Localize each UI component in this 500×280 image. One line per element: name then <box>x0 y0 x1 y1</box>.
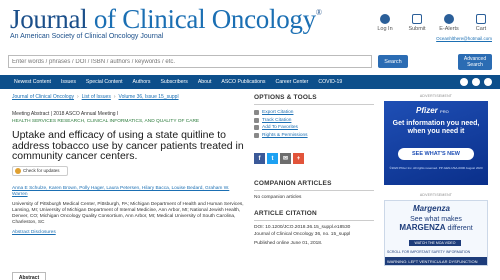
e-alerts-button[interactable]: E-Alerts <box>438 14 460 32</box>
nav-special-content[interactable]: Special Content <box>81 79 128 85</box>
abstract-disclosures-link[interactable]: Abstract Disclosures <box>12 230 246 235</box>
export-citation-link[interactable]: Export Citation <box>254 109 374 117</box>
ad-message: Get information you need, when you need … <box>392 120 480 135</box>
ad-fine-print: ©2020 Pfizer Inc. All rights reserved. P… <box>389 166 483 170</box>
user-account-link[interactable]: Oceanhlthere@hotmail.com <box>436 36 492 41</box>
companion-articles-heading: COMPANION ARTICLES <box>254 180 332 187</box>
nav-covid-19[interactable]: COVID-19 <box>313 79 347 85</box>
bell-icon <box>254 117 259 123</box>
nav-about[interactable]: About <box>193 79 217 85</box>
tab-abstract[interactable]: Abstract <box>12 272 46 280</box>
nav-asco-publications[interactable]: ASCO Publications <box>216 79 270 85</box>
export-icon <box>254 110 259 116</box>
article-affiliations: University of Pittsburgh Medical Center,… <box>12 201 244 225</box>
ad-cta-button[interactable]: WATCH THE MOA VIDEO <box>409 240 461 246</box>
twitter-icon[interactable] <box>472 78 480 86</box>
nav-newest-content[interactable]: Newest Content <box>0 79 56 85</box>
submit-button[interactable]: Submit <box>406 14 428 32</box>
journal-tagline: An American Society of Clinical Oncology… <box>10 33 164 40</box>
options-sidebar: OPTIONS & TOOLS Export Citation Track Ci… <box>254 94 374 246</box>
crossmark-icon <box>15 167 21 174</box>
ad-label: ADVERTISEMENT <box>419 94 453 98</box>
article-journal-ref: Journal of Clinical Oncology 36, no. 15_… <box>254 232 351 237</box>
email-icon[interactable]: ✉ <box>280 153 291 164</box>
article-authors[interactable]: Anna E Schulze, Karen Brown, Polly Hager… <box>12 186 246 198</box>
plus-icon[interactable]: + <box>293 153 304 164</box>
article-published-date: Published online June 01, 2018. <box>254 241 323 246</box>
ad-safety-info: SCROLL FOR IMPORTANT SAFETY INFORMATION <box>387 250 471 254</box>
cart-button[interactable]: Cart <box>470 14 492 32</box>
ad-warning-banner: WARNING: LEFT VENTRICULAR DYSFUNCTION <box>385 257 487 265</box>
article-section: HEALTH SERVICES RESEARCH, CLINICAL INFOR… <box>12 119 200 124</box>
article-citation-heading: ARTICLE CITATION <box>254 210 317 217</box>
nav-career-center[interactable]: Career Center <box>271 79 314 85</box>
nav-authors[interactable]: Authors <box>128 79 156 85</box>
divider <box>254 220 374 221</box>
search-input[interactable] <box>8 55 372 68</box>
margenza-ad[interactable]: Margenza See what makes MARGENZA differe… <box>384 200 488 266</box>
login-button[interactable]: Log In <box>374 14 396 32</box>
pencil-icon <box>412 14 422 24</box>
search-button[interactable]: Search <box>378 55 408 68</box>
main-nav: Newest Content Issues Special Content Au… <box>0 75 500 89</box>
cart-icon <box>476 14 486 24</box>
nav-subscribers[interactable]: Subscribers <box>155 79 192 85</box>
ad-cta-button[interactable]: SEE WHAT'S NEW <box>398 148 474 160</box>
copyright-icon <box>254 132 259 138</box>
journal-logo[interactable]: Journal of Clinical Oncology® <box>10 4 322 35</box>
star-icon <box>254 125 259 131</box>
bell-icon <box>444 14 454 24</box>
add-to-favorites-link[interactable]: Add To Favorites <box>254 124 374 132</box>
margenza-logo: Margenza <box>413 204 450 213</box>
nav-issues[interactable]: Issues <box>56 79 81 85</box>
check-for-updates-button[interactable]: Check for updates <box>12 165 68 176</box>
ad-column: ADVERTISEMENT Pfizer PRO Get information… <box>384 94 488 266</box>
facebook-icon[interactable] <box>460 78 468 86</box>
article-meta: Meeting Abstract | 2018 ASCO Annual Meet… <box>12 111 119 117</box>
divider <box>254 104 374 105</box>
breadcrumb-volume[interactable]: Volume 36, Issue 15_suppl <box>119 94 179 100</box>
pfizer-ad[interactable]: Pfizer PRO Get information you need, whe… <box>384 101 488 185</box>
article-content: Journal of Clinical Oncology › List of I… <box>12 94 246 235</box>
social-links <box>460 78 492 86</box>
options-tools-heading: OPTIONS & TOOLS <box>254 94 317 101</box>
header-actions: Log In Submit E-Alerts Cart <box>374 14 492 32</box>
track-citation-link[interactable]: Track Citation <box>254 117 374 125</box>
linkedin-icon[interactable] <box>484 78 492 86</box>
article-title: Uptake and efficacy of using a state qui… <box>12 129 244 162</box>
breadcrumb-journal[interactable]: Journal of Clinical Oncology <box>12 94 74 100</box>
advanced-search-button[interactable]: Advanced Search <box>458 54 492 70</box>
article-doi: DOI: 10.1200/JCO.2018.36.15_suppl.e18530 <box>254 225 351 230</box>
share-buttons: f t ✉ + <box>254 153 374 164</box>
breadcrumb: Journal of Clinical Oncology › List of I… <box>12 94 246 100</box>
site-header: Journal of Clinical Oncology® An America… <box>0 0 500 52</box>
breadcrumb-list-of-issues[interactable]: List of Issues <box>82 94 111 100</box>
ad-message: See what makes MARGENZA different <box>399 216 473 232</box>
ad-label: ADVERTISEMENT <box>419 193 453 197</box>
divider <box>254 190 374 191</box>
twitter-icon[interactable]: t <box>267 153 278 164</box>
facebook-icon[interactable]: f <box>254 153 265 164</box>
companion-articles-text: No companion articles <box>254 195 302 200</box>
search-bar: Search Advanced Search <box>0 52 500 72</box>
rights-permissions-link[interactable]: Rights & Permissions <box>254 132 374 140</box>
user-icon <box>380 14 390 24</box>
breadcrumb-separator: › <box>113 94 116 100</box>
pfizer-logo: Pfizer PRO <box>416 106 449 115</box>
breadcrumb-separator: › <box>76 94 79 100</box>
